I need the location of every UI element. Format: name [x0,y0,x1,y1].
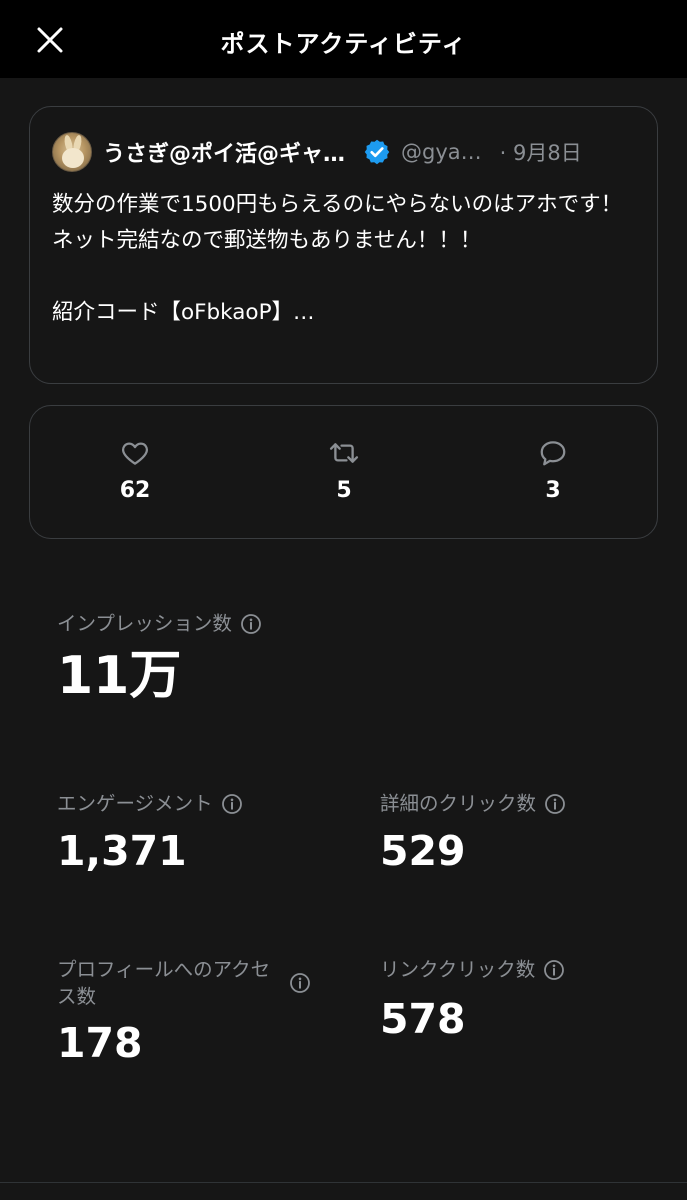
detail-clicks-label: 詳細のクリック数 [380,792,537,815]
detail-clicks-metric: 詳細のクリック数 529 [380,790,566,876]
engagement-card: 62 5 3 [29,405,658,539]
engagements-metric: エンゲージメント 1,371 [57,790,243,876]
engagements-value: 1,371 [57,827,187,875]
info-icon[interactable] [289,972,311,994]
info-icon[interactable] [544,793,566,815]
avatar[interactable] [52,132,92,172]
bottom-divider [0,1182,687,1183]
reply-icon [540,441,566,466]
link-clicks-label: リンククリック数 [380,958,536,981]
reposts-stat[interactable]: 5 [304,436,384,503]
author-name[interactable]: うさぎ@ポイ活@ギャ… [103,136,345,168]
engagements-label: エンゲージメント [57,792,213,815]
info-icon[interactable] [221,793,243,815]
author-handle: @gya… [401,140,482,164]
post-date: · 9月8日 [499,141,582,165]
likes-count: 62 [119,478,151,503]
repost-icon [329,443,359,463]
profile-visits-label: プロフィールへのアクセス数 [57,958,271,1008]
likes-stat[interactable]: 62 [95,436,175,503]
verified-badge-icon [364,139,390,165]
info-icon[interactable] [543,959,565,981]
impressions-value: 11万 [57,646,182,706]
info-icon[interactable] [240,613,262,635]
reposts-count: 5 [336,478,352,503]
page-title: ポストアクティビティ [220,30,467,58]
profile-visits-metric: プロフィールへのアクセス数 178 [57,956,319,1068]
post-preview-card[interactable]: うさぎ@ポイ活@ギャ… @gya… · 9月8日 数分の作業で1500円もらえる… [29,106,658,384]
post-header: うさぎ@ポイ活@ギャ… @gya… · 9月8日 [52,132,635,172]
post-activity-screen: ポストアクティビティ うさぎ@ポイ活@ギャ… @gya… · 9月8日 数分の作… [0,0,687,1200]
header-bar: ポストアクティビティ [0,0,687,78]
link-clicks-metric: リンククリック数 578 [380,956,565,1044]
replies-count: 3 [545,478,561,503]
impressions-label: インプレッション数 [57,612,232,635]
replies-stat[interactable]: 3 [513,436,593,503]
impressions-metric: インプレッション数 11万 [57,610,262,708]
profile-visits-value: 178 [57,1019,143,1067]
heart-icon [122,442,148,465]
detail-clicks-value: 529 [380,827,466,875]
link-clicks-value: 578 [380,995,466,1043]
post-text: 数分の作業で1500円もらえるのにやらないのはアホです！ ネット完結なので郵送物… [52,192,623,325]
